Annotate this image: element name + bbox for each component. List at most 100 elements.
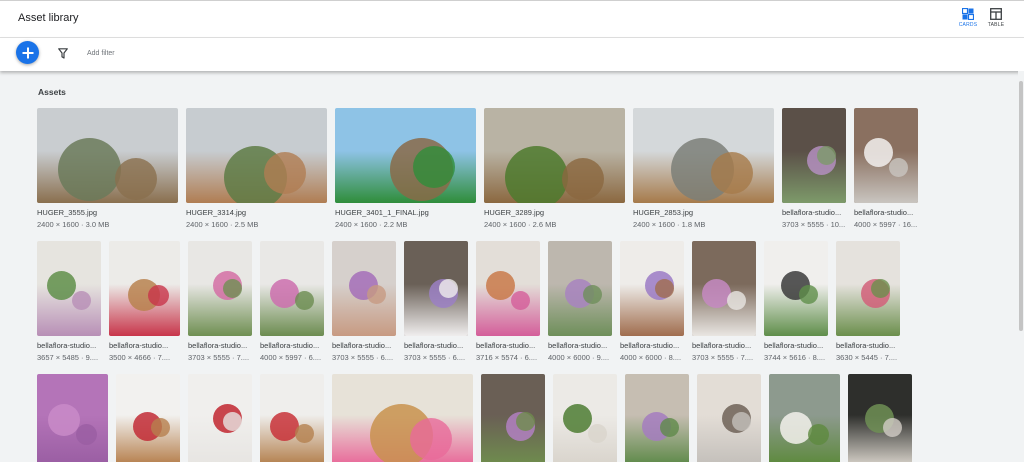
asset-name: bellaflora-studio... [37, 341, 97, 350]
asset-card[interactable]: HUGER_3314.jpg 2400 × 1600 · 2.5 MB [186, 108, 327, 229]
asset-card[interactable] [37, 374, 108, 462]
asset-thumbnail[interactable] [260, 241, 324, 336]
asset-thumbnail[interactable] [335, 108, 476, 203]
asset-meta: 2400 × 1600 · 2.6 MB [484, 220, 557, 229]
asset-card[interactable] [260, 374, 324, 462]
asset-card[interactable] [332, 374, 473, 462]
asset-name: bellaflora-studio... [476, 341, 536, 350]
asset-card[interactable]: HUGER_3289.jpg 2400 × 1600 · 2.6 MB [484, 108, 625, 229]
asset-card[interactable]: bellaflora-studio... 3630 × 5445 · 7.... [836, 241, 900, 362]
asset-card[interactable]: bellaflora-studio... 3703 × 5555 · 6.... [332, 241, 396, 362]
asset-thumbnail[interactable] [332, 374, 473, 462]
asset-thumbnail[interactable] [692, 241, 756, 336]
asset-card[interactable]: bellaflora-studio... 4000 × 5997 · 16... [854, 108, 918, 229]
asset-row [37, 374, 912, 462]
asset-name: HUGER_3289.jpg [484, 208, 545, 217]
asset-meta: 3703 × 5555 · 6.... [332, 353, 394, 362]
asset-name: bellaflora-studio... [404, 341, 464, 350]
asset-card[interactable] [481, 374, 545, 462]
asset-meta: 4000 × 6000 · 8.... [620, 353, 682, 362]
asset-thumbnail[interactable] [836, 241, 900, 336]
asset-card[interactable]: bellaflora-studio... 3657 × 5485 · 9.... [37, 241, 101, 362]
asset-name: bellaflora-studio... [109, 341, 169, 350]
asset-row: bellaflora-studio... 3657 × 5485 · 9.... b… [37, 241, 900, 362]
asset-card[interactable]: bellaflora-studio... 3703 × 5555 · 7.... [692, 241, 756, 362]
filter-toolbar: Add filter [0, 38, 1024, 71]
asset-thumbnail[interactable] [186, 108, 327, 203]
asset-thumbnail[interactable] [848, 374, 912, 462]
asset-meta: 2400 × 1600 · 1.8 MB [633, 220, 706, 229]
asset-meta: 3744 × 5616 · 8.... [764, 353, 826, 362]
scrollbar-thumb[interactable] [1019, 81, 1023, 331]
asset-card[interactable] [848, 374, 912, 462]
scrollbar[interactable] [1018, 71, 1024, 462]
asset-thumbnail[interactable] [476, 241, 540, 336]
asset-thumbnail[interactable] [188, 374, 252, 462]
asset-thumbnail[interactable] [769, 374, 840, 462]
asset-thumbnail[interactable] [37, 241, 101, 336]
asset-card[interactable]: HUGER_2853.jpg 2400 × 1600 · 1.8 MB [633, 108, 774, 229]
asset-card[interactable]: bellaflora-studio... 4000 × 6000 · 8.... [620, 241, 684, 362]
asset-card[interactable] [553, 374, 617, 462]
asset-name: bellaflora-studio... [188, 341, 248, 350]
asset-thumbnail[interactable] [37, 374, 108, 462]
asset-thumbnail[interactable] [548, 241, 612, 336]
asset-name: bellaflora-studio... [332, 341, 392, 350]
asset-thumbnail[interactable] [625, 374, 689, 462]
asset-thumbnail[interactable] [620, 241, 684, 336]
asset-name: bellaflora-studio... [260, 341, 320, 350]
asset-thumbnail[interactable] [481, 374, 545, 462]
asset-card[interactable]: bellaflora-studio... 3703 × 5555 · 7.... [188, 241, 252, 362]
asset-thumbnail[interactable] [188, 241, 252, 336]
asset-name: HUGER_3555.jpg [37, 208, 98, 217]
asset-card[interactable] [769, 374, 840, 462]
asset-name: bellaflora-studio... [692, 341, 752, 350]
asset-card[interactable]: HUGER_3555.jpg 2400 × 1600 · 3.0 MB [37, 108, 178, 229]
asset-thumbnail[interactable] [764, 241, 828, 336]
asset-name: bellaflora-studio... [836, 341, 896, 350]
add-filter-input[interactable]: Add filter [87, 50, 115, 57]
asset-card[interactable]: bellaflora-studio... 3703 × 5555 · 10... [782, 108, 846, 229]
asset-card[interactable]: bellaflora-studio... 3500 × 4666 · 7.... [109, 241, 180, 362]
asset-thumbnail[interactable] [37, 108, 178, 203]
asset-thumbnail[interactable] [109, 241, 180, 336]
asset-thumbnail[interactable] [854, 108, 918, 203]
asset-card[interactable] [188, 374, 252, 462]
asset-meta: 4000 × 5997 · 16... [854, 220, 918, 229]
add-asset-button[interactable] [16, 41, 39, 64]
asset-meta: 3703 × 5555 · 6.... [404, 353, 466, 362]
asset-card[interactable] [697, 374, 761, 462]
asset-thumbnail[interactable] [697, 374, 761, 462]
asset-thumbnail[interactable] [633, 108, 774, 203]
asset-meta: 3657 × 5485 · 9.... [37, 353, 99, 362]
asset-meta: 4000 × 6000 · 9.... [548, 353, 610, 362]
asset-card[interactable] [116, 374, 180, 462]
asset-meta: 3500 × 4666 · 7.... [109, 353, 171, 362]
cards-view-icon [962, 8, 974, 20]
asset-meta: 4000 × 5997 · 6.... [260, 353, 322, 362]
asset-meta: 3703 × 5555 · 7.... [188, 353, 250, 362]
asset-thumbnail[interactable] [404, 241, 468, 336]
asset-thumbnail[interactable] [260, 374, 324, 462]
asset-thumbnail[interactable] [484, 108, 625, 203]
asset-card[interactable]: bellaflora-studio... 4000 × 6000 · 9.... [548, 241, 612, 362]
asset-name: HUGER_2853.jpg [633, 208, 694, 217]
table-view-button[interactable]: TABLE [981, 8, 1011, 28]
asset-card[interactable]: HUGER_3401_1_FINAL.jpg 2400 × 1600 · 2.2 … [335, 108, 476, 229]
asset-thumbnail[interactable] [116, 374, 180, 462]
asset-thumbnail[interactable] [782, 108, 846, 203]
asset-card[interactable] [625, 374, 689, 462]
asset-name: bellaflora-studio... [620, 341, 680, 350]
table-view-label: TABLE [987, 22, 1005, 28]
asset-thumbnail[interactable] [553, 374, 617, 462]
funnel-icon[interactable] [58, 48, 68, 59]
asset-card[interactable]: bellaflora-studio... 3744 × 5616 · 8.... [764, 241, 828, 362]
asset-card[interactable]: bellaflora-studio... 3716 × 5574 · 6.... [476, 241, 540, 362]
asset-thumbnail[interactable] [332, 241, 396, 336]
asset-name: bellaflora-studio... [854, 208, 914, 217]
asset-name: bellaflora-studio... [764, 341, 824, 350]
asset-card[interactable]: bellaflora-studio... 3703 × 5555 · 6.... [404, 241, 468, 362]
cards-view-label: CARDS [958, 22, 978, 28]
asset-card[interactable]: bellaflora-studio... 4000 × 5997 · 6.... [260, 241, 324, 362]
cards-view-button[interactable]: CARDS [953, 8, 983, 28]
